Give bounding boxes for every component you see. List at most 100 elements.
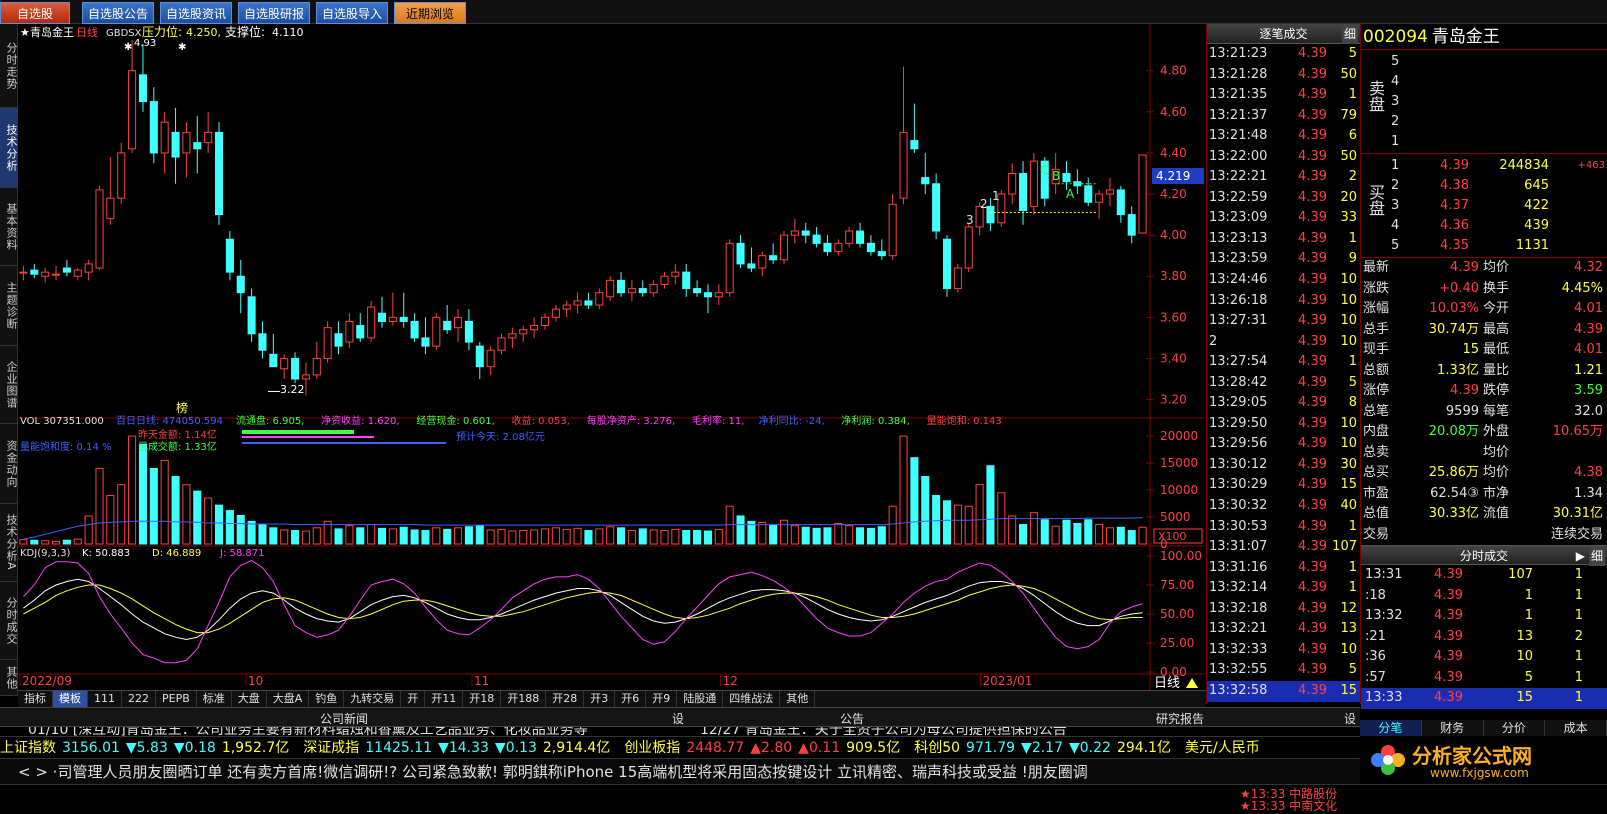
ticker-text[interactable]: < > ·司管理人员朋友圈晒订单 还有卖方首席!微信调研!? 公司紧急致歉! 郭… <box>18 763 1088 781</box>
order-book-row[interactable]: 1 <box>1391 132 1606 152</box>
minute-tape-row[interactable]: 13:33 4.39 15 1 <box>1361 688 1607 709</box>
tab-watchlist[interactable]: 自选股 <box>0 2 70 24</box>
vtab-technical[interactable]: 技术分析 <box>0 108 18 188</box>
research-set-button[interactable]: 设 <box>1344 710 1356 727</box>
tape-row[interactable]: 13:32:33 4.39 10 <box>1207 640 1360 661</box>
order-book-row[interactable]: 4 <box>1391 72 1606 92</box>
vtab-enterprise-map[interactable]: 企业图谱 <box>0 346 18 424</box>
tape-rows[interactable]: 13:21:23 4.39 5 13:21:28 4.39 50 13:21:35 4.39 1… <box>1207 44 1360 702</box>
minute-tape-row[interactable]: :18 4.39 1 1 <box>1361 586 1607 607</box>
tab-watchlist-research[interactable]: 自选股研报 <box>238 2 310 24</box>
indicator-tab[interactable]: 四维战法 <box>723 691 781 707</box>
tape-row[interactable]: 13:23:09 4.39 33 <box>1207 208 1360 229</box>
tape-row[interactable]: 13:27:54 4.39 1 <box>1207 352 1360 373</box>
minute-tape-row[interactable]: :36 4.39 10 1 <box>1361 647 1607 668</box>
tape-row[interactable]: 13:22:21 4.39 2 <box>1207 167 1360 188</box>
order-book-row[interactable]: 2 <box>1391 112 1606 132</box>
order-book-row[interactable]: 3 4.37 422 <box>1391 196 1606 216</box>
tape-row[interactable]: 13:29:05 4.39 8 <box>1207 393 1360 414</box>
vtab-diagnosis[interactable]: 主题诊断 <box>0 266 18 346</box>
indicator-tab[interactable]: 开28 <box>546 691 585 707</box>
minute-tape-row[interactable]: :57 4.39 5 1 <box>1361 668 1607 689</box>
news-set-button[interactable]: 设 <box>672 710 684 727</box>
minute-tape-row[interactable]: 13:32 4.39 1 1 <box>1361 606 1607 627</box>
chart-area[interactable]: ✱ ✱ 4.80 4.60 4.40 4.20 4.00 3.80 3.60 3.40 3.20 2… <box>18 24 1206 696</box>
tape-row[interactable]: 13:31:16 4.39 1 <box>1207 558 1360 579</box>
order-book-row[interactable]: 5 4.35 1131 <box>1391 236 1606 256</box>
period-badge[interactable]: 日线 <box>1154 676 1180 691</box>
indicator-tab[interactable]: 大盘 <box>232 691 267 707</box>
minute-tape-row[interactable]: :21 4.39 13 2 <box>1361 627 1607 648</box>
news-item-left[interactable]: 01/10 [深互动]青岛金王：公司业务主要有新材料蜡烛和香薰及工艺品业务、化妆… <box>28 727 588 736</box>
indicator-tab[interactable]: 222 <box>122 691 156 707</box>
order-book-row[interactable]: 4 4.36 439 <box>1391 216 1606 236</box>
tape-row[interactable]: 13:29:56 4.39 10 <box>1207 434 1360 455</box>
indicator-tab[interactable]: PEPB <box>156 691 197 707</box>
tab-watchlist-news[interactable]: 自选股资讯 <box>160 2 232 24</box>
tape-row[interactable]: 13:23:13 4.39 1 <box>1207 229 1360 250</box>
indicator-tab[interactable]: 九转交易 <box>344 691 402 707</box>
chart-canvas[interactable]: ✱ ✱ 4.804.604.404.204.003.803.603.403.202… <box>18 24 1206 696</box>
indicator-tab[interactable]: 开3 <box>584 691 616 707</box>
tape-row[interactable]: 13:27:31 4.39 10 <box>1207 311 1360 332</box>
market-index-item[interactable]: 创业板指 2448.77 ▲2.80 ▲0.11 909.5亿 <box>624 740 906 756</box>
indicator-tab[interactable]: 陆股通 <box>677 691 724 707</box>
indicator-tab[interactable]: 开 <box>401 691 426 707</box>
tape-row[interactable]: 13:26:18 4.39 10 <box>1207 291 1360 312</box>
order-book-row[interactable]: 5 <box>1391 52 1606 72</box>
tab-price-volume[interactable]: 分价 <box>1484 720 1546 736</box>
minute-tape-rows[interactable]: 13:31 4.39 107 1:18 4.39 1 1 13:32 4.39 1 1:21 4.39… <box>1361 565 1607 709</box>
indicator-tab[interactable]: 开18 <box>463 691 502 707</box>
tape-row[interactable]: 13:30:32 4.39 40 <box>1207 496 1360 517</box>
tape-row[interactable]: 2 4.39 10 <box>1207 332 1360 353</box>
order-book-row[interactable]: 3 <box>1391 92 1606 112</box>
vtab-technical-a[interactable]: 技术分析A <box>0 504 18 582</box>
indicator-tab[interactable]: 指标 <box>18 691 53 707</box>
indicator-tab[interactable]: 标准 <box>197 691 232 707</box>
minute-tape-detail-button[interactable]: 细 <box>1588 546 1605 566</box>
news-ticker[interactable]: < > ·司管理人员朋友圈晒订单 还有卖方首席!微信调研!? 公司紧急致歉! 郭… <box>0 758 1360 784</box>
tape-row[interactable]: 13:30:29 4.39 15 <box>1207 475 1360 496</box>
footer-ticker-item-2[interactable]: ★13:33 中南文化 <box>1240 797 1337 814</box>
indicator-tab[interactable]: 开9 <box>646 691 678 707</box>
market-index-item[interactable]: 深证成指 11425.11 ▼14.33 ▼0.13 2,914.4亿 <box>303 740 616 756</box>
tape-row[interactable]: 13:28:42 4.39 5 <box>1207 373 1360 394</box>
tape-row[interactable]: 13:22:59 4.39 20 <box>1207 188 1360 209</box>
tape-row[interactable]: 13:32:55 4.39 5 <box>1207 660 1360 681</box>
indicator-tab[interactable]: 开6 <box>615 691 647 707</box>
tab-cost[interactable]: 成本 <box>1545 720 1607 736</box>
news-notices-tab[interactable]: 公告 <box>840 710 864 727</box>
minute-tape-row[interactable]: 13:31 4.39 107 1 <box>1361 565 1607 586</box>
news-company-tab[interactable]: 公司新闻 <box>320 710 368 727</box>
tape-row[interactable]: 13:21:35 4.39 1 <box>1207 85 1360 106</box>
vtab-basic-info[interactable]: 基本资料 <box>0 188 18 266</box>
vtab-capital-flow[interactable]: 资金动向 <box>0 424 18 504</box>
tape-row[interactable]: 13:21:23 4.39 5 <box>1207 44 1360 65</box>
tab-watchlist-notices[interactable]: 自选股公告 <box>82 2 154 24</box>
order-book-row[interactable]: 2 4.38 645 <box>1391 176 1606 196</box>
indicator-tab[interactable]: 开11 <box>425 691 464 707</box>
market-index-item[interactable]: 上证指数 3156.01 ▼5.83 ▼0.18 1,952.7亿 <box>0 740 295 756</box>
news-item-right[interactable]: 12/27 青岛金王：关于全资子公司为母公司提供担保的公告 <box>700 727 1067 736</box>
tape-row[interactable]: 13:21:28 4.39 50 <box>1207 65 1360 86</box>
tape-row[interactable]: 13:29:50 4.39 10 <box>1207 414 1360 435</box>
tab-recent[interactable]: 近期浏览 <box>394 2 466 24</box>
tape-row[interactable]: 13:30:12 4.39 30 <box>1207 455 1360 476</box>
vtab-other[interactable]: 其他 <box>0 660 18 696</box>
tab-watchlist-import[interactable]: 自选股导入 <box>316 2 388 24</box>
vtab-tick-detail[interactable]: 分时成交 <box>0 582 18 660</box>
news-research-tab[interactable]: 研究报告 <box>1156 710 1204 727</box>
tab-finance[interactable]: 财务 <box>1422 720 1484 736</box>
tape-row[interactable]: 13:21:48 4.39 6 <box>1207 126 1360 147</box>
tab-ticks[interactable]: 分笔 <box>1360 720 1422 736</box>
indicator-tab[interactable]: 其他 <box>780 691 816 707</box>
tape-row[interactable]: 13:31:07 4.39 107 <box>1207 537 1360 558</box>
tape-detail-button[interactable]: 细 <box>1341 24 1358 44</box>
order-book-row[interactable]: 1 4.39 244834 <box>1391 156 1606 176</box>
indicator-tab[interactable]: 111 <box>88 691 122 707</box>
indicator-tab[interactable]: 大盘A <box>267 691 310 707</box>
tape-row[interactable]: 13:30:53 4.39 1 <box>1207 517 1360 538</box>
indicator-tab[interactable]: 钓鱼 <box>309 691 345 707</box>
tape-row[interactable]: 13:21:37 4.39 79 <box>1207 106 1360 127</box>
minute-tape-arrow-icon[interactable]: ▶ <box>1576 546 1585 566</box>
